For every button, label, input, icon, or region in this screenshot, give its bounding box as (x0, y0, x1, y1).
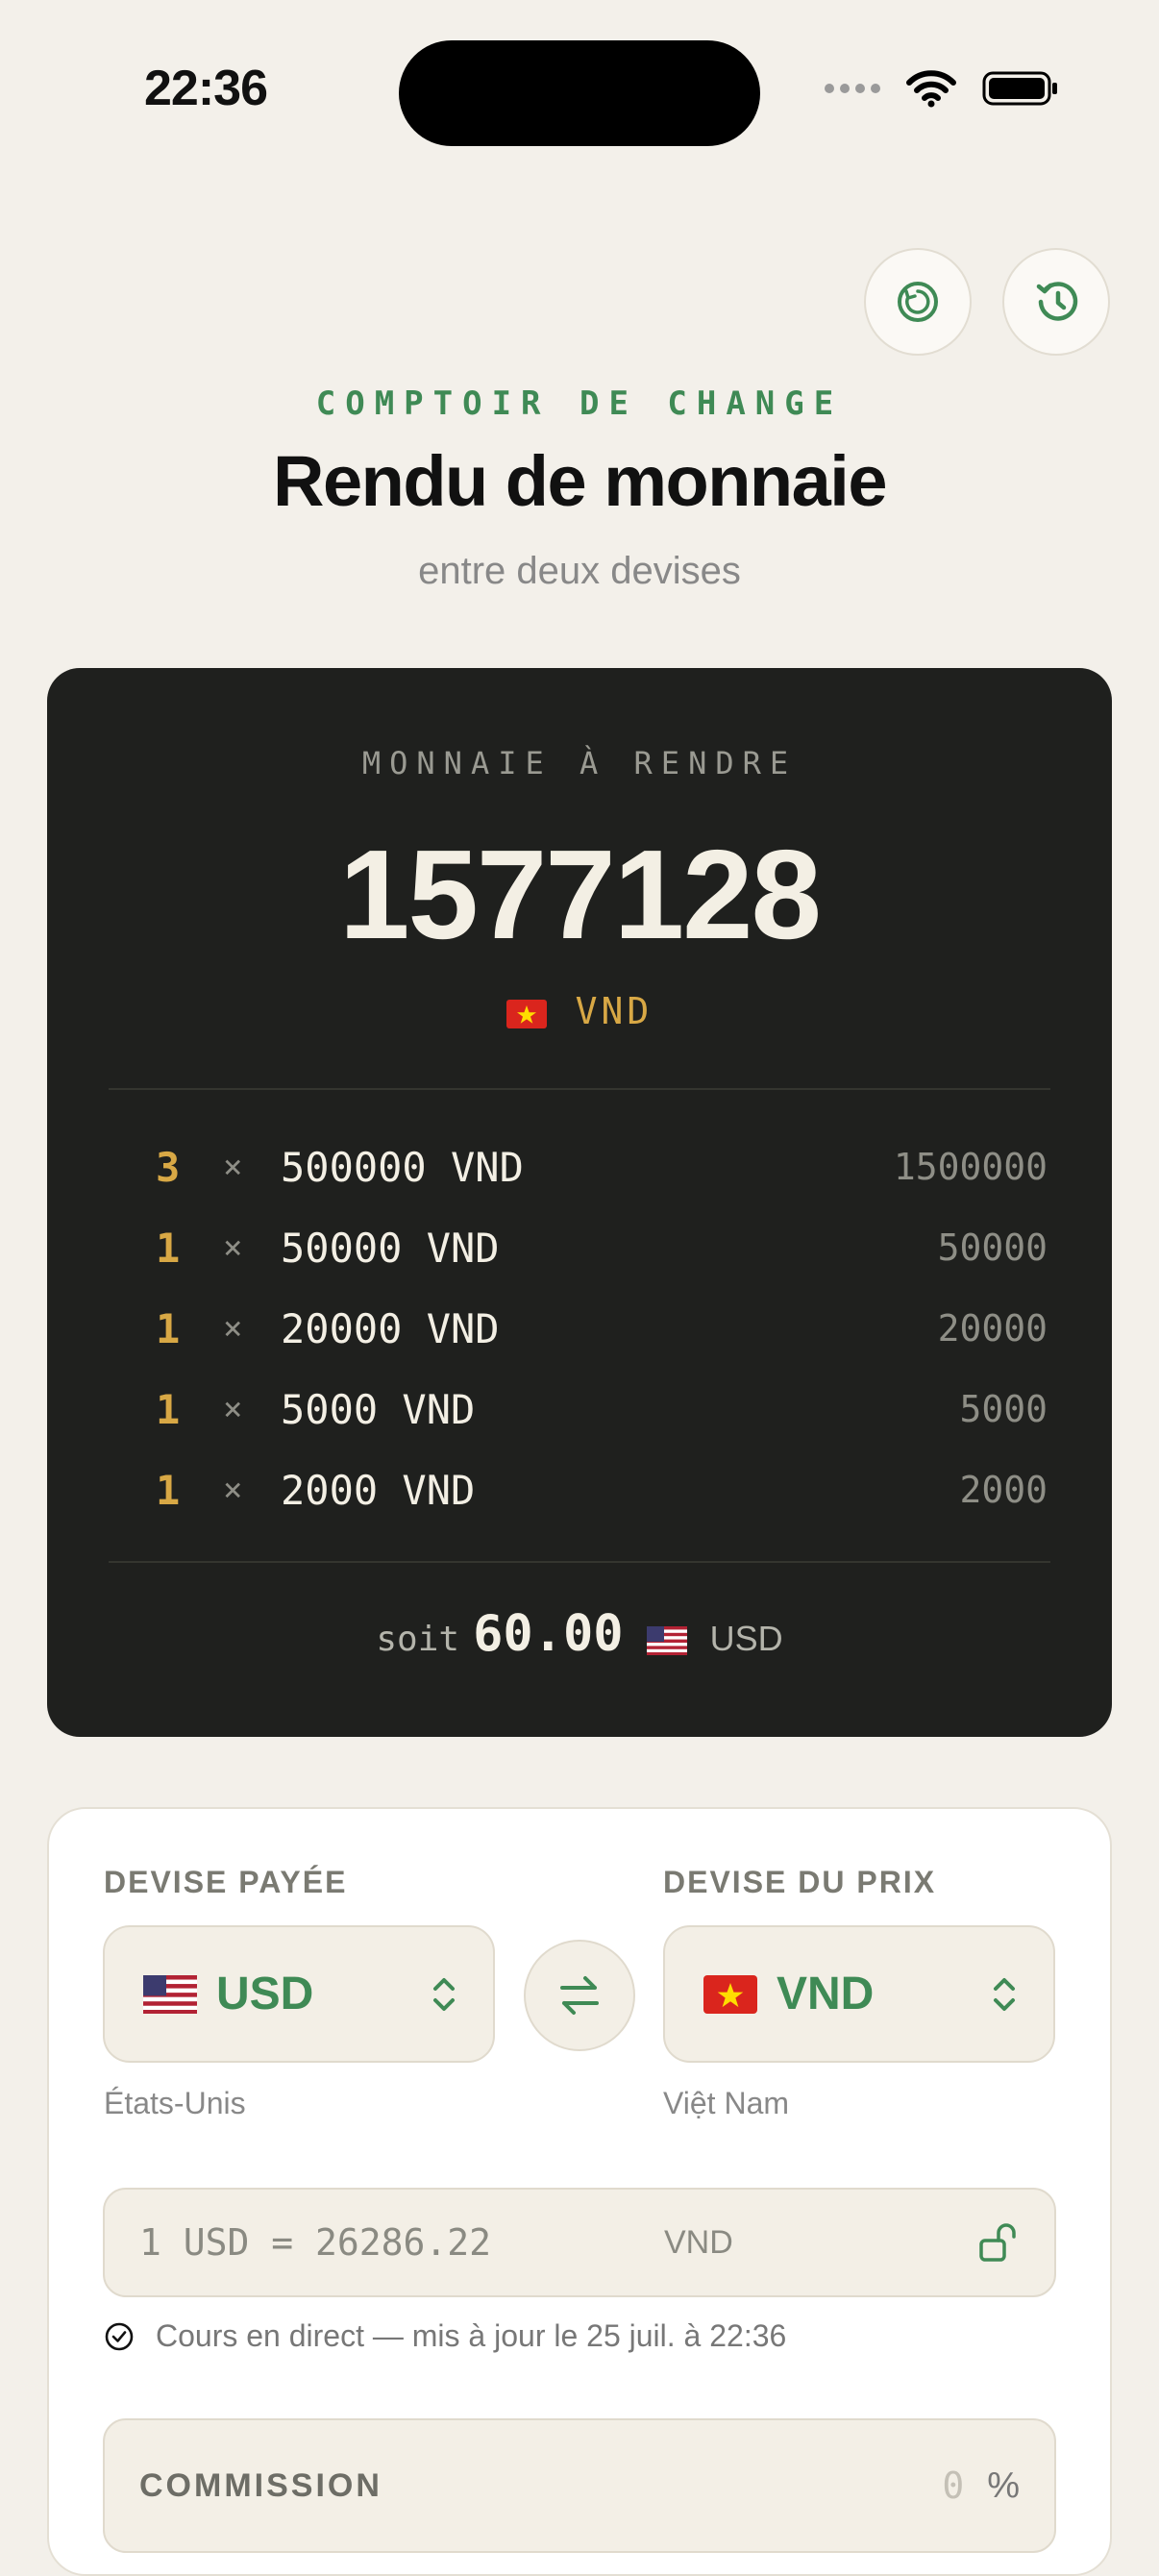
history-icon (1036, 282, 1078, 321)
commission-value[interactable]: 0 (942, 2465, 964, 2507)
paid-currency-select[interactable]: USD (103, 1925, 495, 2063)
chevron-updown-icon (994, 1977, 1015, 2011)
page-title: Rendu de monnaie (273, 441, 887, 521)
paid-currency-code: USD (216, 1969, 314, 2019)
denomination-count: 1 (156, 1224, 181, 1272)
exchange-rate-value: 1 USD = 26286.22 (139, 2221, 492, 2264)
denomination-value: 5000 VND (281, 1385, 476, 1433)
equivalent-amount: soit 60.00 USD (0, 1605, 1159, 1663)
denomination-total: 2000 (959, 1469, 1048, 1511)
multiply-sign: × (223, 1471, 243, 1509)
eyebrow-label: COMPTOIR DE CHANGE (315, 384, 844, 423)
multiply-sign: × (223, 1228, 243, 1267)
denomination-count: 3 (156, 1143, 181, 1191)
vn-flag-icon (506, 999, 547, 1028)
price-country-name: Việt Nam (663, 2086, 790, 2120)
price-currency-select[interactable]: VND (663, 1925, 1055, 2063)
denomination-row: 1 × 5000 VND 5000 (156, 1380, 1048, 1438)
equivalent-currency: USD (709, 1619, 783, 1658)
dynamic-island (399, 40, 760, 146)
denomination-total: 1500000 (893, 1146, 1048, 1188)
vn-flag-icon (703, 1974, 757, 2014)
equivalent-prefix: soit (376, 1620, 460, 1659)
us-flag-icon (143, 1974, 197, 2014)
exchange-rate-field[interactable]: 1 USD = 26286.22 VND (103, 2188, 1056, 2297)
multiply-sign: × (223, 1390, 243, 1428)
swap-icon (560, 1976, 599, 2015)
live-rate-text: Cours en direct — mis à jour le 25 juil.… (156, 2318, 787, 2353)
denomination-row: 1 × 20000 VND 20000 (156, 1300, 1048, 1357)
denomination-total: 20000 (937, 1307, 1048, 1350)
price-currency-label: DEVISE DU PRIX (663, 1865, 937, 1899)
battery-icon (982, 71, 1057, 106)
denomination-row: 1 × 2000 VND 2000 (156, 1461, 1048, 1519)
paid-country-name: États-Unis (104, 2086, 246, 2120)
denomination-value: 50000 VND (281, 1224, 500, 1272)
live-rate-note: Cours en direct — mis à jour le 25 juil.… (104, 2318, 786, 2354)
history-button[interactable] (1002, 248, 1110, 356)
denomination-value: 2000 VND (281, 1466, 476, 1514)
result-label: MONNAIE À RENDRE (361, 745, 798, 781)
equivalent-value: 60.00 (473, 1605, 624, 1663)
divider (109, 1561, 1050, 1563)
status-icons (825, 69, 1059, 108)
denomination-total: 5000 (959, 1388, 1048, 1430)
divider (109, 1088, 1050, 1090)
result-currency: VND (0, 990, 1159, 1032)
signal-icon (825, 84, 880, 93)
multiply-sign: × (223, 1148, 243, 1186)
change-amount: 1577128 (339, 824, 822, 965)
paid-currency-label: DEVISE PAYÉE (104, 1865, 348, 1899)
wifi-icon (906, 70, 956, 108)
unlock-icon[interactable] (977, 2221, 1020, 2264)
denomination-count: 1 (156, 1385, 181, 1433)
commission-label: COMMISSION (139, 2466, 382, 2504)
denomination-value: 500000 VND (281, 1143, 524, 1191)
reset-icon (898, 282, 938, 322)
check-circle-icon (105, 2322, 134, 2350)
denomination-value: 20000 VND (281, 1304, 500, 1352)
commission-field[interactable]: COMMISSION 0 % (103, 2418, 1056, 2553)
page-subtitle: entre deux devises (418, 550, 741, 592)
price-currency-code: VND (777, 1969, 875, 2019)
status-time: 22:36 (144, 61, 268, 116)
us-flag-icon (646, 1626, 687, 1655)
denomination-row: 3 × 500000 VND 1500000 (156, 1138, 1048, 1196)
reset-button[interactable] (864, 248, 972, 356)
exchange-rate-target: VND (664, 2223, 733, 2261)
denomination-count: 1 (156, 1304, 181, 1352)
swap-currencies-button[interactable] (524, 1940, 635, 2051)
commission-unit: % (987, 2465, 1020, 2506)
denomination-count: 1 (156, 1466, 181, 1514)
denomination-row: 1 × 50000 VND 50000 (156, 1219, 1048, 1276)
denomination-total: 50000 (937, 1226, 1048, 1269)
result-currency-code: VND (575, 990, 653, 1032)
chevron-updown-icon (433, 1977, 455, 2011)
multiply-sign: × (223, 1309, 243, 1348)
